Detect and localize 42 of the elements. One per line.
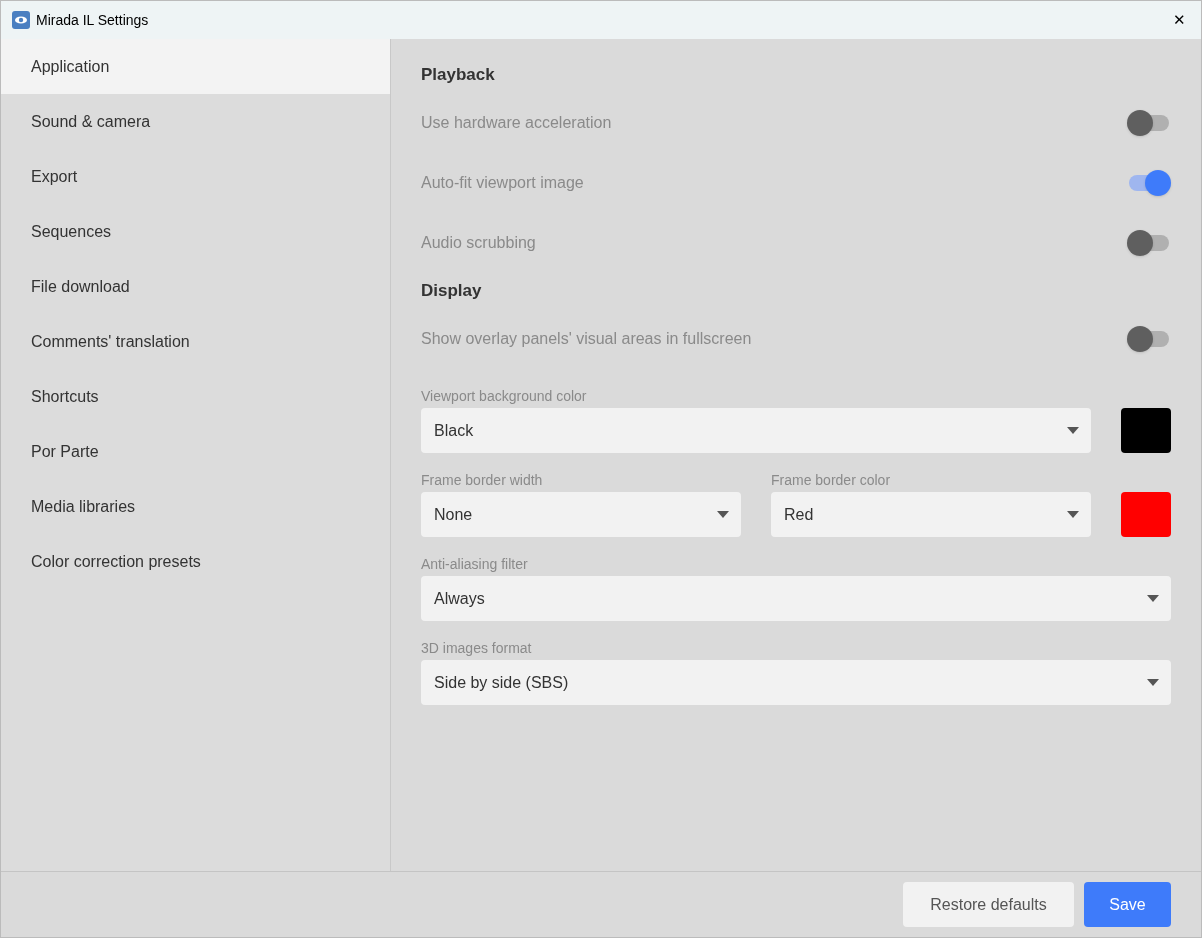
dropdown[interactable]: Always: [421, 576, 1171, 621]
caret-icon: [1067, 427, 1079, 434]
sidebar-item[interactable]: Color correction presets: [1, 534, 390, 589]
field-label: 3D images format: [421, 639, 533, 658]
toggle-switch[interactable]: [1127, 230, 1171, 256]
eye-logo-icon: [12, 11, 30, 29]
sidebar-item[interactable]: Export: [1, 149, 390, 204]
color-swatch[interactable]: [1121, 492, 1171, 537]
section-heading: Display: [421, 280, 483, 303]
caret-icon: [1067, 511, 1079, 518]
dropdown[interactable]: Red: [771, 492, 1091, 537]
field-label: Frame border color: [771, 471, 892, 490]
color-swatch[interactable]: [1121, 408, 1171, 453]
toggle-switch[interactable]: [1127, 326, 1171, 352]
sidebar-item[interactable]: File download: [1, 259, 390, 314]
toggle-switch[interactable]: [1127, 170, 1171, 196]
dropdown[interactable]: Black: [421, 408, 1091, 453]
restore-defaults-button[interactable]: Restore defaults: [903, 882, 1074, 927]
sidebar-item[interactable]: Comments' translation: [1, 314, 390, 369]
sidebar-item[interactable]: Sequences: [1, 204, 390, 259]
sidebar-item[interactable]: Shortcuts: [1, 369, 390, 424]
sidebar-item[interactable]: Por Parte: [1, 424, 390, 479]
setting-label: Audio scrubbing: [421, 233, 536, 253]
section-heading: Playback: [421, 64, 496, 87]
caret-icon: [717, 511, 729, 518]
field-label: Frame border width: [421, 471, 544, 490]
setting-label: Use hardware acceleration: [421, 113, 612, 133]
field-label: Anti-aliasing filter: [421, 555, 529, 574]
caret-icon: [1147, 679, 1159, 686]
dropdown[interactable]: Side by side (SBS): [421, 660, 1171, 705]
window-title: Mirada IL Settings: [36, 10, 149, 30]
caret-icon: [1147, 595, 1159, 602]
field-label: Viewport background color: [421, 387, 588, 406]
toggle-switch[interactable]: [1127, 110, 1171, 136]
sidebar-item[interactable]: Application: [1, 39, 390, 94]
sidebar-item[interactable]: Media libraries: [1, 479, 390, 534]
sidebar-item[interactable]: Sound & camera: [1, 94, 390, 149]
dropdown[interactable]: None: [421, 492, 741, 537]
setting-label: Show overlay panels' visual areas in fullscreen: [421, 329, 752, 349]
close-button[interactable]: ✕: [1169, 10, 1189, 30]
setting-label: Auto-fit viewport image: [421, 173, 584, 193]
save-button[interactable]: Save: [1084, 882, 1171, 927]
